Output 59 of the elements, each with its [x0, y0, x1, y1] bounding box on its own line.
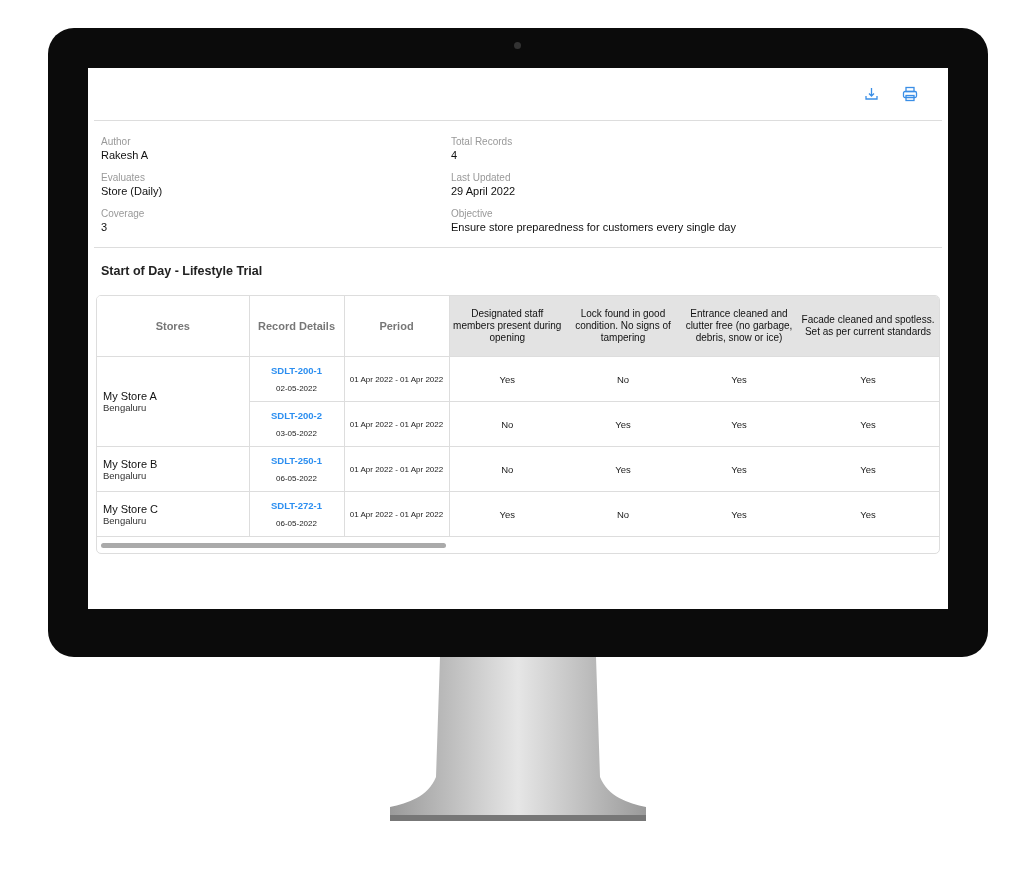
- field-value: 3: [101, 220, 109, 235]
- answer-cell: Yes: [681, 446, 797, 492]
- answer-cell: Yes: [449, 356, 565, 402]
- column-header: Entrance cleaned and clutter free (no garbage, debris, snow or ice): [681, 296, 797, 357]
- answer-cell: No: [449, 401, 565, 447]
- record-link[interactable]: SDLT-250-1: [270, 455, 322, 466]
- answer-cell: Yes: [681, 401, 797, 447]
- record-date: 03-05-2022: [275, 429, 318, 438]
- record-date: 06-05-2022: [275, 519, 318, 528]
- answer-cell: Yes: [449, 491, 565, 537]
- period-cell: 01 Apr 2022 - 01 Apr 2022: [344, 446, 449, 492]
- record-link[interactable]: SDLT-272-1: [270, 500, 322, 511]
- column-header: Lock found in good condition. No signs of tampering: [565, 296, 681, 357]
- answer-cell: Yes: [681, 356, 797, 402]
- answer-cell: Yes: [565, 446, 681, 492]
- answer-cell: Yes: [565, 401, 681, 447]
- column-header: Facade cleaned and spotless. Set as per current standards: [797, 296, 939, 357]
- period-cell: 01 Apr 2022 - 01 Apr 2022: [344, 356, 449, 402]
- store-city: Bengaluru: [103, 514, 148, 526]
- answer-cell: Yes: [681, 491, 797, 537]
- field-label: Total Records: [451, 135, 514, 148]
- answer-cell: Yes: [797, 446, 939, 492]
- store-name: My Store B: [103, 457, 159, 470]
- answer-cell: Yes: [797, 401, 939, 447]
- field-value: 4: [451, 148, 459, 163]
- store-city: Bengaluru: [103, 402, 148, 413]
- download-icon: [864, 86, 880, 102]
- column-header: Period: [344, 296, 449, 357]
- column-header: Record Details: [249, 296, 344, 357]
- field-value: 29 April 2022: [451, 184, 517, 199]
- answer-cell: No: [565, 356, 681, 402]
- camera-icon: [514, 42, 521, 49]
- record-link[interactable]: SDLT-200-2: [270, 410, 322, 421]
- column-header: Designated staff members present during opening: [449, 296, 565, 357]
- answer-cell: No: [449, 446, 565, 492]
- record-date: 02-05-2022: [275, 384, 318, 393]
- store-name: My Store A: [103, 390, 158, 402]
- record-link[interactable]: SDLT-200-1: [270, 365, 322, 376]
- print-icon: [902, 86, 918, 102]
- scrollbar-thumb[interactable]: [101, 542, 446, 548]
- print-button[interactable]: [900, 84, 920, 104]
- column-header: Stores: [97, 296, 249, 357]
- period-cell: 01 Apr 2022 - 01 Apr 2022: [344, 491, 449, 537]
- field-label: Evaluates: [101, 171, 146, 184]
- field-label: Last Updated: [451, 171, 512, 184]
- store-city: Bengaluru: [103, 469, 148, 481]
- store-name: My Store C: [103, 502, 159, 515]
- answer-cell: Yes: [797, 356, 939, 402]
- period-cell: 01 Apr 2022 - 01 Apr 2022: [344, 401, 449, 447]
- field-value: Ensure store preparedness for customers every single day: [451, 220, 737, 235]
- field-label: Coverage: [101, 207, 146, 220]
- answer-cell: Yes: [797, 491, 939, 537]
- answer-cell: No: [565, 491, 681, 537]
- section-title: Start of Day - Lifestyle Trial: [100, 263, 264, 280]
- field-label: Author: [101, 135, 132, 148]
- record-date: 06-05-2022: [275, 474, 318, 483]
- field-value: Rakesh A: [101, 148, 150, 163]
- field-value: Store (Daily): [101, 184, 164, 199]
- field-label: Objective: [451, 207, 494, 220]
